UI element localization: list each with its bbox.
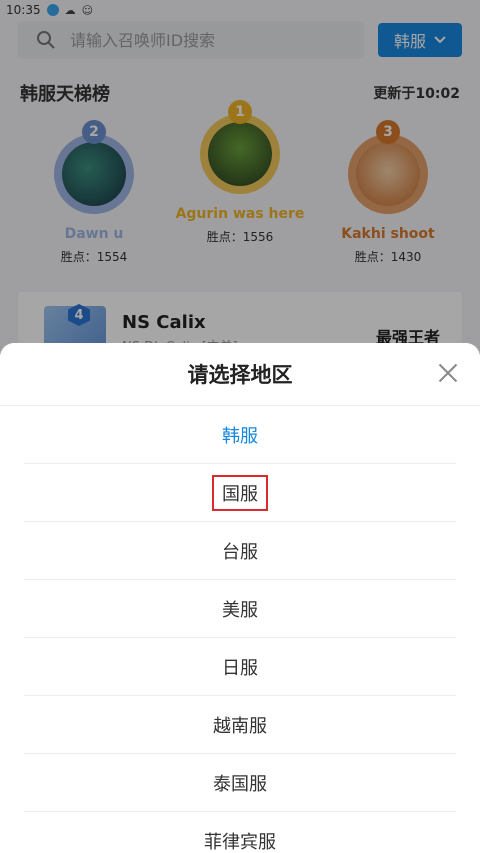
region-option-tw[interactable]: 台服 bbox=[24, 522, 456, 580]
region-options: 韩服 国服 台服 美服 日服 越南服 泰国服 菲律宾服 bbox=[0, 406, 480, 853]
region-option-vn[interactable]: 越南服 bbox=[24, 696, 456, 754]
sheet-header: 请选择地区 bbox=[0, 343, 480, 406]
region-option-ph[interactable]: 菲律宾服 bbox=[24, 812, 456, 853]
option-label: 国服 bbox=[212, 474, 268, 511]
region-option-na[interactable]: 美服 bbox=[24, 580, 456, 638]
option-label: 台服 bbox=[222, 541, 258, 563]
option-label: 美服 bbox=[222, 599, 258, 621]
option-label: 越南服 bbox=[213, 715, 267, 737]
region-option-kr[interactable]: 韩服 bbox=[24, 406, 456, 464]
option-label: 泰国服 bbox=[213, 773, 267, 795]
option-label: 菲律宾服 bbox=[204, 831, 276, 853]
region-option-th[interactable]: 泰国服 bbox=[24, 754, 456, 812]
screen: 10:35 ☁ ☺ 韩服 韩服天梯榜 更新于10:02 2 bbox=[0, 0, 480, 853]
region-sheet: 请选择地区 韩服 国服 台服 美服 日服 越南服 泰国服 菲律宾服 bbox=[0, 343, 480, 853]
option-label: 日服 bbox=[222, 657, 258, 679]
region-option-cn[interactable]: 国服 bbox=[24, 464, 456, 522]
region-option-jp[interactable]: 日服 bbox=[24, 638, 456, 696]
close-icon[interactable] bbox=[436, 361, 460, 385]
option-label: 韩服 bbox=[222, 425, 258, 447]
sheet-title: 请选择地区 bbox=[187, 363, 293, 387]
